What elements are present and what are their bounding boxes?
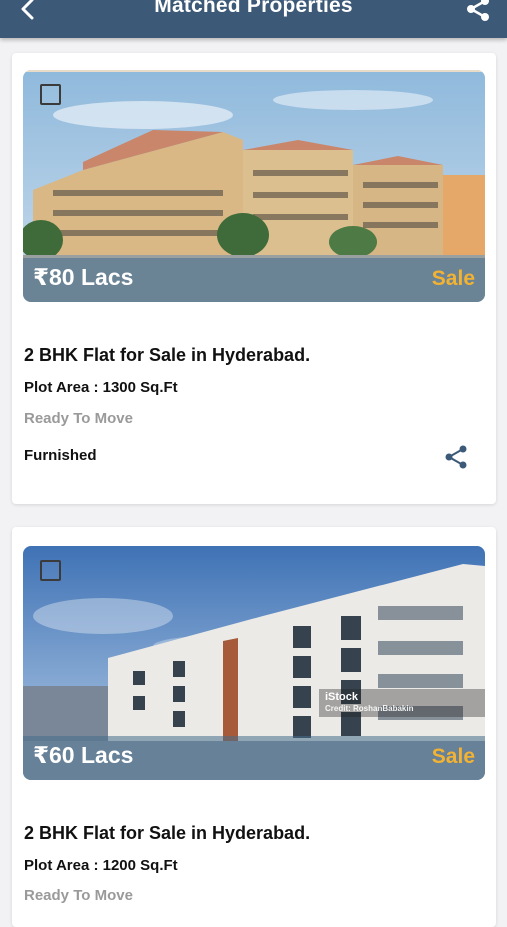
price-bar: ₹80 Lacs Sale: [23, 258, 485, 302]
furnishing-status: Furnished: [24, 447, 97, 464]
price-label: ₹80 Lacs: [33, 264, 134, 290]
property-title[interactable]: 2 BHK Flat for Sale in Hyderabad.: [24, 345, 310, 366]
plot-area: Plot Area : 1200 Sq.Ft: [24, 857, 178, 874]
sale-tag: Sale: [431, 267, 475, 290]
property-photo[interactable]: iStock Credit: RoshanBabakin ₹60 Lacs Sa…: [23, 546, 485, 780]
app-bar: Matched Properties: [0, 0, 507, 38]
select-checkbox[interactable]: [40, 560, 61, 581]
price-bar: ₹60 Lacs Sale: [23, 736, 485, 780]
share-icon[interactable]: [442, 443, 470, 471]
price-label: ₹60 Lacs: [33, 742, 134, 768]
select-checkbox[interactable]: [40, 84, 61, 105]
property-title[interactable]: 2 BHK Flat for Sale in Hyderabad.: [24, 823, 310, 844]
possession-status: Ready To Move: [24, 887, 133, 904]
property-card[interactable]: iStock Credit: RoshanBabakin ₹60 Lacs Sa…: [12, 527, 496, 927]
stock-watermark: iStock Credit: RoshanBabakin: [319, 689, 485, 717]
possession-status: Ready To Move: [24, 410, 133, 427]
share-icon[interactable]: [463, 0, 493, 24]
plot-area: Plot Area : 1300 Sq.Ft: [24, 379, 178, 396]
sale-tag: Sale: [431, 745, 475, 768]
page-title: Matched Properties: [154, 0, 353, 17]
property-photo[interactable]: ₹80 Lacs Sale: [23, 70, 485, 302]
property-card[interactable]: ₹80 Lacs Sale 2 BHK Flat for Sale in Hyd…: [12, 53, 496, 504]
